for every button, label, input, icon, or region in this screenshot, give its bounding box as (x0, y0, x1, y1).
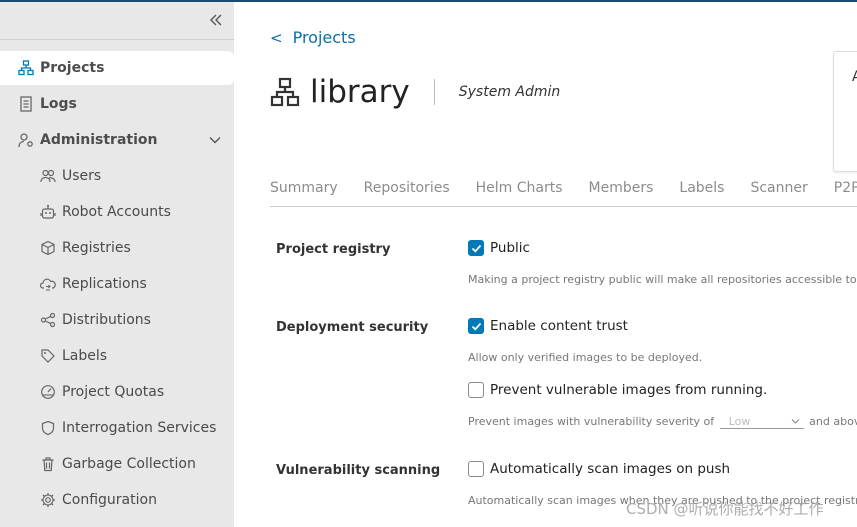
prevent-vulnerable-row[interactable]: Prevent vulnerable images from running. (468, 382, 767, 398)
content-trust-label: Enable content trust (490, 318, 628, 334)
auto-scan-checkbox[interactable] (468, 461, 484, 477)
prevent-vulnerable-checkbox[interactable] (468, 382, 484, 398)
back-link-label: Projects (292, 28, 356, 47)
sidebar: Projects Logs Administration Users Robot… (0, 2, 234, 527)
quotas-icon (39, 384, 56, 401)
sidebar-item-label: Replications (62, 276, 147, 292)
sidebar-item-label: Labels (62, 348, 108, 364)
check-icon (471, 322, 481, 331)
sidebar-item-configuration[interactable]: Configuration (0, 483, 234, 517)
tab-summary[interactable]: Summary (270, 180, 338, 206)
public-checkbox[interactable] (468, 240, 484, 256)
tab-p2p-preheat[interactable]: P2P Pr (834, 180, 857, 206)
summary-card-text: A (852, 69, 857, 85)
auto-scan-label: Automatically scan images on push (490, 461, 731, 477)
sidebar-item-projects[interactable]: Projects (0, 51, 234, 85)
public-option-label: Public (490, 240, 530, 256)
gear-icon (39, 492, 56, 509)
sidebar-item-administration[interactable]: Administration (0, 123, 234, 157)
tab-labels[interactable]: Labels (679, 180, 724, 206)
sidebar-item-label: Logs (40, 96, 77, 112)
project-header: library System Admin (270, 74, 560, 110)
sidebar-item-label: Project Quotas (62, 384, 165, 400)
main-content: < Projects library System Admin A Summar… (234, 2, 857, 527)
sidebar-item-replications[interactable]: Replications (0, 267, 234, 301)
administration-icon (17, 132, 34, 149)
chevron-down-icon (791, 419, 800, 424)
page-title: library (310, 74, 410, 110)
sidebar-item-labels[interactable]: Labels (0, 339, 234, 373)
sidebar-item-users[interactable]: Users (0, 159, 234, 193)
prevent-help-suffix: and above from (809, 415, 857, 428)
robot-icon (39, 204, 56, 221)
sidebar-item-label: Interrogation Services (62, 420, 217, 436)
chevron-left-icon: < (270, 28, 283, 47)
prevent-vulnerable-label: Prevent vulnerable images from running. (490, 382, 768, 398)
watermark: CSDN @听说你能找不好工作 (626, 500, 824, 518)
sidebar-divider (0, 39, 234, 40)
sidebar-item-logs[interactable]: Logs (0, 87, 234, 121)
sidebar-item-label: Registries (62, 240, 131, 256)
sidebar-item-garbage-collection[interactable]: Garbage Collection (0, 447, 234, 481)
sidebar-item-project-quotas[interactable]: Project Quotas (0, 375, 234, 409)
back-to-projects-link[interactable]: < Projects (270, 28, 356, 47)
collapse-sidebar-icon[interactable] (208, 12, 224, 28)
sidebar-item-label: Configuration (62, 492, 157, 508)
tab-scanner[interactable]: Scanner (750, 180, 807, 206)
title-divider (433, 79, 435, 105)
severity-select[interactable]: Low (719, 415, 804, 429)
public-checkbox-row[interactable]: Public (468, 240, 530, 256)
prevent-help-prefix: Prevent images with vulnerability severi… (468, 415, 715, 428)
sidebar-item-label: Distributions (62, 312, 151, 328)
vulnerability-scanning-label: Vulnerability scanning (276, 463, 441, 478)
trash-icon (39, 456, 56, 473)
public-help-text: Making a project registry public will ma… (468, 273, 857, 286)
severity-value: Low (728, 415, 751, 428)
sidebar-item-label: Administration (40, 132, 158, 148)
deployment-security-label: Deployment security (276, 320, 429, 335)
projects-icon (17, 60, 34, 77)
sidebar-item-interrogation-services[interactable]: Interrogation Services (0, 411, 234, 445)
registries-icon (39, 240, 56, 257)
project-icon (270, 77, 300, 107)
content-trust-row[interactable]: Enable content trust (468, 318, 628, 334)
role-badge: System Admin (458, 84, 561, 100)
shield-icon (39, 420, 56, 437)
auto-scan-row[interactable]: Automatically scan images on push (468, 461, 730, 477)
tab-repositories[interactable]: Repositories (364, 180, 450, 206)
sidebar-item-robot-accounts[interactable]: Robot Accounts (0, 195, 234, 229)
labels-icon (39, 348, 56, 365)
sidebar-item-label: Users (62, 168, 102, 184)
users-icon (39, 168, 56, 185)
content-trust-help: Allow only verified images to be deploye… (468, 351, 703, 364)
tab-members[interactable]: Members (589, 180, 654, 206)
prevent-vulnerable-help: Prevent images with vulnerability severi… (468, 415, 857, 429)
check-icon (471, 244, 481, 253)
project-registry-label: Project registry (276, 242, 391, 257)
project-tabs: Summary Repositories Helm Charts Members… (270, 180, 857, 207)
sidebar-item-label: Garbage Collection (62, 456, 196, 472)
content-trust-checkbox[interactable] (468, 318, 484, 334)
sidebar-item-label: Projects (40, 60, 105, 76)
summary-card: A (833, 51, 857, 172)
sidebar-item-registries[interactable]: Registries (0, 231, 234, 265)
sidebar-item-distributions[interactable]: Distributions (0, 303, 234, 337)
sidebar-item-label: Robot Accounts (62, 204, 171, 220)
distributions-icon (39, 312, 56, 329)
chevron-down-icon[interactable] (208, 133, 222, 147)
logs-icon (17, 96, 34, 113)
tab-helm-charts[interactable]: Helm Charts (476, 180, 563, 206)
replications-icon (39, 276, 56, 293)
